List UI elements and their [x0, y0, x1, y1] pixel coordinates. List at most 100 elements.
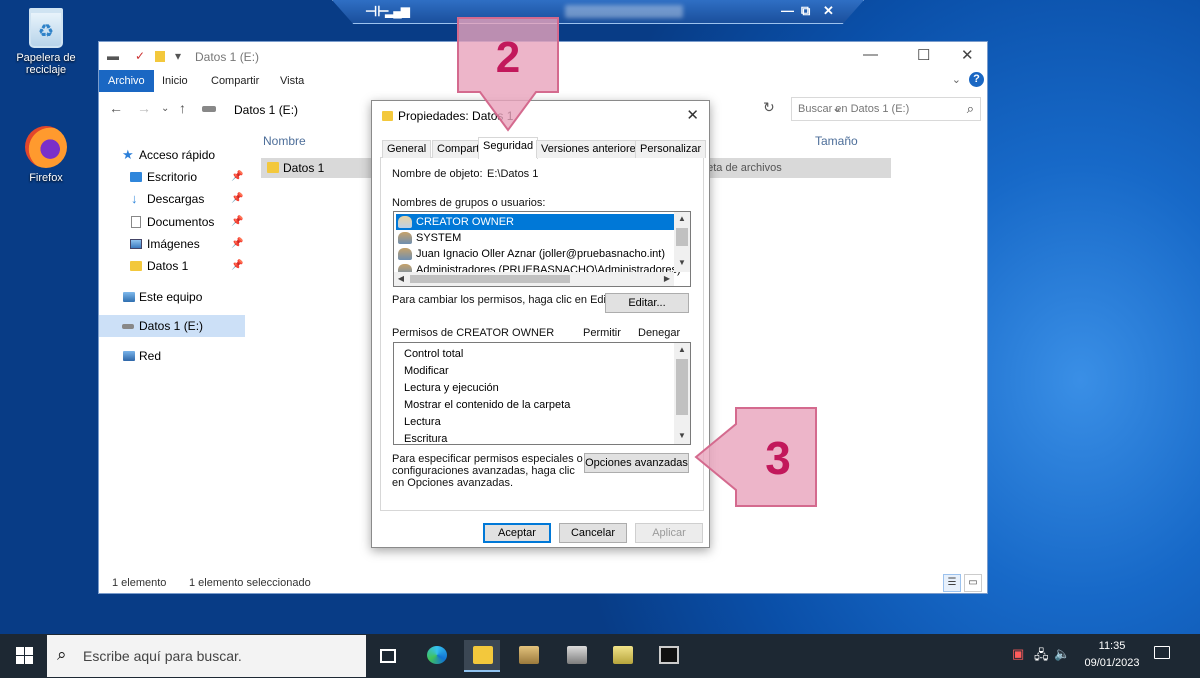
minimize-icon[interactable]: —: [863, 46, 878, 63]
advanced-options-button[interactable]: Opciones avanzadas: [584, 453, 689, 473]
recycle-bin-icon: [29, 8, 63, 48]
folder-icon: [267, 162, 279, 173]
start-button[interactable]: [16, 647, 33, 664]
close-icon[interactable]: ✕: [961, 46, 974, 64]
recycle-bin-shortcut[interactable]: Papelera de reciclaje: [8, 8, 84, 76]
volume-muted-icon[interactable]: 🔈: [1054, 646, 1070, 662]
pin-icon[interactable]: 📌: [231, 188, 243, 210]
nav-label: Imágenes: [147, 237, 200, 251]
pin-icon[interactable]: 📌: [231, 211, 243, 233]
tab-inicio[interactable]: Inicio: [153, 70, 197, 92]
tab-compartir[interactable]: Compartir: [202, 70, 268, 92]
up-arrow-icon[interactable]: ↑: [179, 100, 186, 116]
app-button-4[interactable]: [604, 640, 640, 672]
change-permissions-text: Para cambiar los permisos, haga clic en …: [392, 294, 622, 306]
large-icons-view-icon[interactable]: ▭: [964, 574, 982, 592]
remote-minimize-button[interactable]: —: [781, 3, 794, 18]
forward-arrow-icon[interactable]: →: [137, 100, 151, 116]
scroll-down-icon[interactable]: ▼: [674, 256, 690, 270]
search-placeholder: Buscar en Datos 1 (E:): [798, 103, 910, 115]
advanced-text-line2: configuraciones avanzadas, haga clic: [392, 465, 575, 477]
permissions-listbox[interactable]: Control total Modificar Lectura y ejecuc…: [393, 342, 691, 445]
nav-network[interactable]: Red: [99, 345, 245, 367]
network-icon[interactable]: 🖧: [1034, 646, 1049, 668]
tab-general[interactable]: General: [382, 140, 432, 158]
search-box[interactable]: Buscar en Datos 1 (E:) ⌕: [791, 97, 981, 121]
ok-button[interactable]: Aceptar: [483, 523, 551, 543]
document-icon: [131, 216, 141, 228]
computer-icon: [123, 292, 135, 302]
scroll-up-icon[interactable]: ▲: [674, 343, 690, 357]
remote-close-button[interactable]: ✕: [823, 3, 834, 19]
column-header-name[interactable]: Nombre: [263, 134, 306, 148]
ribbon-expand-icon[interactable]: ⌄: [952, 73, 961, 86]
nav-imagenes[interactable]: Imágenes 📌: [99, 233, 245, 255]
edit-button[interactable]: Editar...: [605, 293, 689, 313]
dialog-close-icon[interactable]: ✕: [686, 106, 699, 124]
edge-button[interactable]: [418, 640, 454, 672]
tab-personalizar[interactable]: Personalizar: [635, 140, 707, 158]
back-arrow-icon[interactable]: ←: [109, 100, 123, 116]
scroll-thumb[interactable]: [676, 228, 688, 246]
dialog-tabs: General Compartir Seguridad Versiones an…: [380, 137, 707, 159]
users-listbox[interactable]: CREATOR OWNER SYSTEM Juan Ignacio Oller …: [393, 211, 691, 287]
terminal-icon: [659, 646, 679, 664]
system-clock[interactable]: 11:35 09/01/2023: [1082, 638, 1142, 672]
list-item[interactable]: CREATOR OWNER: [396, 214, 674, 230]
nav-label: Acceso rápido: [139, 148, 216, 162]
nav-drive-e[interactable]: Datos 1 (E:): [99, 315, 245, 337]
tab-vista[interactable]: Vista: [271, 70, 313, 92]
properties-icon[interactable]: ✓: [135, 49, 145, 63]
quick-access-dropdown-icon[interactable]: ▾: [175, 49, 181, 63]
pin-icon[interactable]: 📌: [231, 233, 243, 255]
tab-versiones[interactable]: Versiones anteriores: [536, 140, 647, 158]
network-icon: [123, 351, 135, 361]
scroll-left-icon[interactable]: ◀: [394, 272, 408, 286]
scroll-thumb[interactable]: [676, 359, 688, 415]
users-horizontal-scrollbar[interactable]: ◀ ▶: [394, 272, 674, 286]
taskbar-search[interactable]: ⌕ Escribe aquí para buscar.: [47, 635, 366, 677]
security-alert-icon[interactable]: ▣: [1012, 646, 1024, 662]
file-explorer-taskbar-button[interactable]: [464, 640, 500, 672]
firefox-shortcut[interactable]: Firefox: [8, 126, 84, 184]
server-manager-button[interactable]: [510, 640, 546, 672]
maximize-icon[interactable]: ☐: [917, 46, 930, 64]
new-folder-icon[interactable]: [155, 51, 165, 62]
pin-icon[interactable]: 📌: [231, 255, 243, 277]
refresh-icon[interactable]: ↻: [763, 99, 775, 116]
nav-escritorio[interactable]: Escritorio 📌: [99, 166, 245, 188]
details-view-icon[interactable]: ☰: [943, 574, 961, 592]
nav-documentos[interactable]: Documentos 📌: [99, 211, 245, 233]
scroll-up-icon[interactable]: ▲: [674, 212, 690, 226]
cancel-button[interactable]: Cancelar: [559, 523, 627, 543]
tab-archivo[interactable]: Archivo: [99, 70, 154, 92]
pin-icon[interactable]: 📌: [231, 166, 243, 188]
callout-arrow-shape: [694, 407, 817, 507]
selection-count: 1 elemento seleccionado: [189, 577, 311, 589]
list-item[interactable]: SYSTEM: [396, 230, 674, 246]
list-item[interactable]: Juan Ignacio Oller Aznar (joller@pruebas…: [396, 246, 674, 262]
app-button-3[interactable]: [558, 640, 594, 672]
permissions-scrollbar[interactable]: ▲ ▼: [674, 343, 690, 444]
nav-descargas[interactable]: ↓ Descargas 📌: [99, 188, 245, 210]
search-icon: ⌕: [57, 645, 67, 664]
nav-label: Datos 1 (E:): [139, 319, 204, 333]
nav-quick-access[interactable]: ★ Acceso rápido: [99, 144, 245, 166]
search-icon[interactable]: ⌕: [967, 101, 974, 117]
remote-restore-button[interactable]: ⧉: [801, 3, 810, 19]
column-header-size[interactable]: Tamaño: [815, 134, 858, 148]
nav-this-pc[interactable]: Este equipo: [99, 286, 245, 308]
users-vertical-scrollbar[interactable]: ▲ ▼: [674, 212, 690, 272]
notifications-icon[interactable]: [1154, 646, 1170, 659]
task-view-button[interactable]: [370, 640, 406, 672]
help-icon[interactable]: ?: [969, 72, 984, 87]
apply-button[interactable]: Aplicar: [635, 523, 703, 543]
scroll-thumb[interactable]: [410, 275, 570, 283]
tab-seguridad[interactable]: Seguridad: [478, 137, 539, 159]
terminal-button[interactable]: [650, 640, 686, 672]
scroll-down-icon[interactable]: ▼: [674, 429, 690, 443]
recent-dropdown-icon[interactable]: ⌄: [161, 103, 169, 114]
scroll-right-icon[interactable]: ▶: [660, 272, 674, 286]
nav-datos1[interactable]: Datos 1 📌: [99, 255, 245, 277]
permission-item: Escritura: [404, 433, 448, 445]
